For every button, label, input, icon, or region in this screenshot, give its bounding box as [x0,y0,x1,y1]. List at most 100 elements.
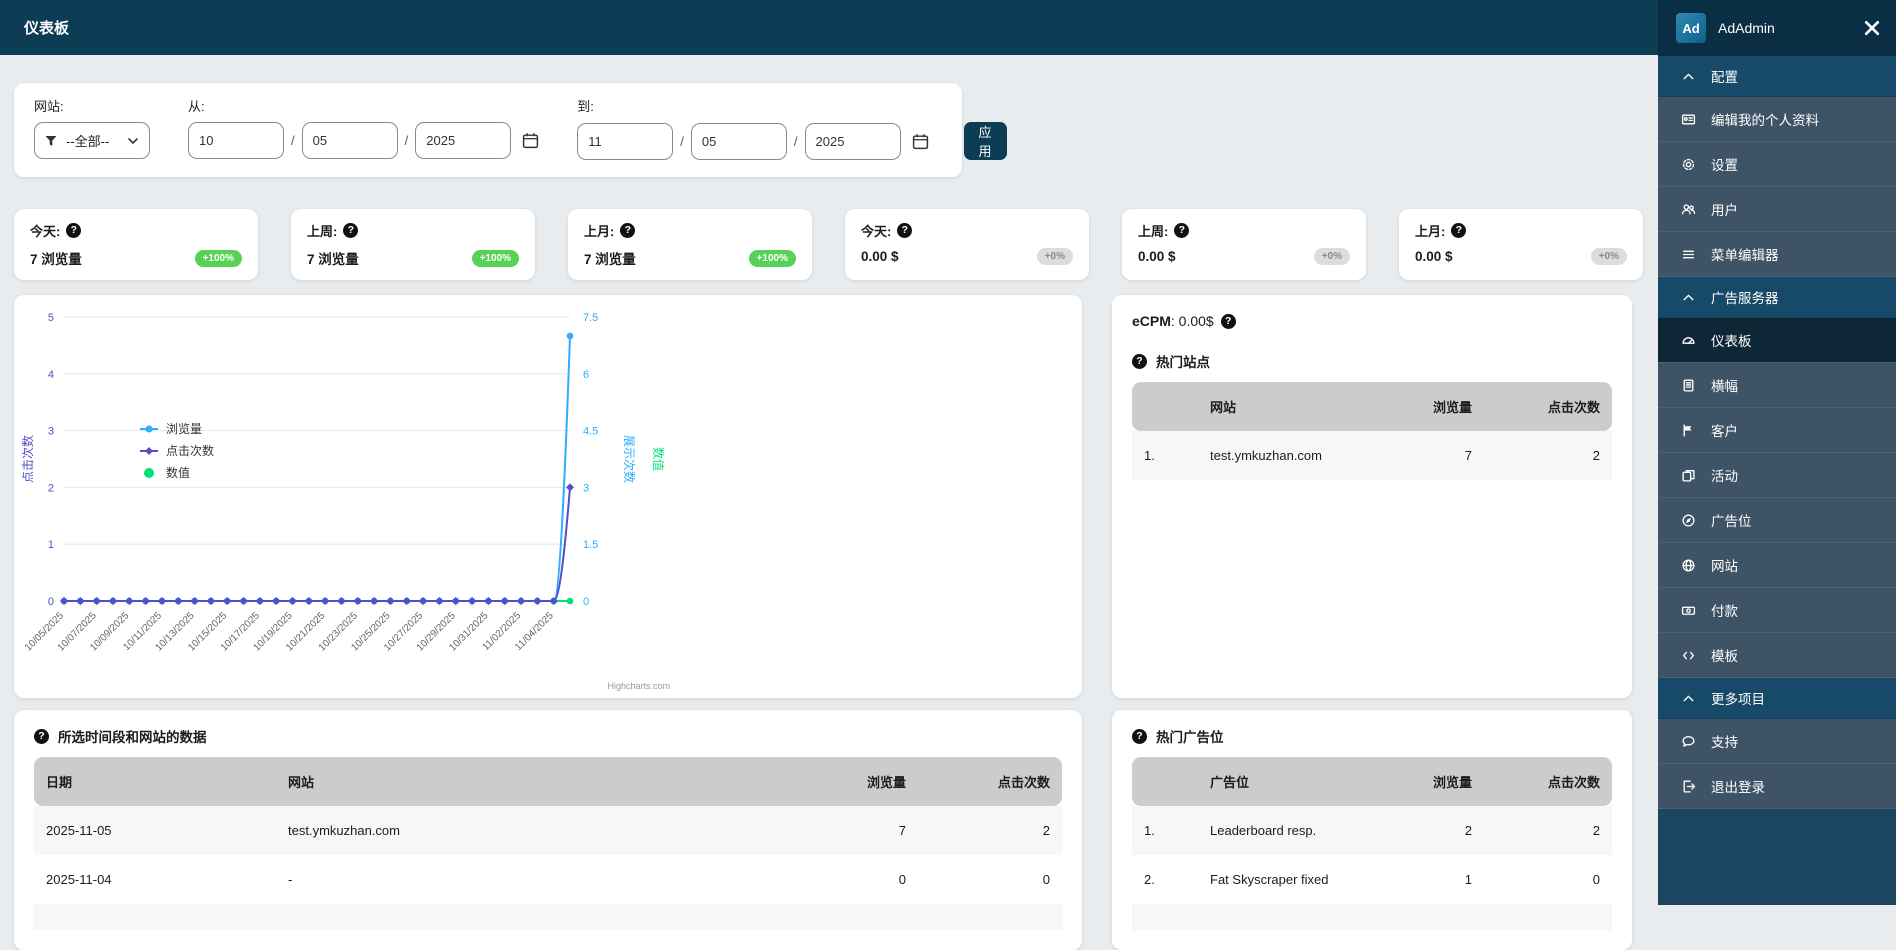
legend-item[interactable]: 点击次数 [140,443,214,458]
help-icon[interactable] [897,223,913,238]
sidebar-item-chevron-up[interactable]: 配置 [1658,56,1896,97]
help-icon[interactable] [343,223,359,238]
sidebar-item-comment[interactable]: 支持 [1658,719,1896,764]
page-title: 仪表板 [24,20,70,37]
sidebar-item-label: 仪表板 [1711,334,1752,349]
svg-text:7.5: 7.5 [583,312,598,324]
from-day-input[interactable] [301,122,398,159]
help-icon[interactable] [1451,223,1467,238]
table-header-row: 日期 网站 浏览量 点击次数 [34,757,1062,806]
calendar-icon[interactable] [522,132,539,149]
cell: 2 [1042,823,1050,838]
svg-text:数值: 数值 [651,447,666,471]
filter-funnel-icon [45,135,57,147]
stat-value: 0.00 $ [1415,249,1453,264]
help-icon[interactable] [66,223,82,238]
cell: 0 [898,872,906,887]
svg-text:点击次数: 点击次数 [20,435,35,483]
sidebar-item-logout[interactable]: 退出登录 [1658,764,1896,809]
period-data-title: 所选时间段和网站的数据 [34,726,1062,746]
help-icon[interactable] [1132,353,1147,369]
id-card-icon [1680,112,1696,127]
help-icon[interactable] [34,728,49,744]
help-icon[interactable] [1174,223,1190,238]
svg-text:4.5: 4.5 [583,426,598,438]
top-bar: 仪表板 [0,0,1658,55]
date-from-group: 从: / / [188,96,539,160]
help-icon[interactable] [1132,728,1147,744]
site-select-value: --全部-- [66,134,110,149]
sidebar-item-label: 菜单编辑器 [1711,248,1779,263]
date-separator: / [404,133,409,148]
close-icon[interactable] [1864,20,1880,36]
legend-item[interactable]: 浏览量 [140,421,202,436]
flag-icon [1680,423,1696,438]
table-row: 2025-11-05 test.ymkuzhan.com 7 2 [34,806,1062,855]
help-icon[interactable] [1220,313,1236,329]
column-header: 浏览量 [866,775,906,790]
sidebar-item-globe[interactable]: 网站 [1658,543,1896,588]
sidebar-item-id-card[interactable]: 编辑我的个人资料 [1658,97,1896,142]
site-filter-label: 网站: [34,99,64,114]
svg-text:3: 3 [583,482,589,494]
sidebar-item-dashboard[interactable]: 仪表板 [1658,318,1896,363]
sidebar-item-copy[interactable]: 活动 [1658,453,1896,498]
sidebar-item-compass[interactable]: 广告位 [1658,498,1896,543]
sidebar-item-label: 设置 [1711,158,1738,173]
site-select[interactable]: --全部-- [34,122,150,159]
highcharts-credit[interactable]: Highcharts.com [607,681,670,691]
svg-text:1.5: 1.5 [583,539,598,551]
adadmin-logo: Ad [1676,13,1706,43]
svg-text:点击次数: 点击次数 [166,443,214,458]
stat-card: 今天: 0.00 $ +0% [845,209,1089,280]
sidebar-item-menu[interactable]: 菜单编辑器 [1658,232,1896,277]
money-icon [1680,603,1696,618]
cell: 2025-11-05 [46,823,112,838]
cell: 2025-11-04 [46,872,112,887]
to-day-input[interactable] [690,122,787,160]
from-month-input[interactable] [188,122,284,159]
sidebar-item-banner[interactable]: 横幅 [1658,363,1896,408]
apply-button[interactable]: 应用 [963,122,1007,160]
sidebar-item-users[interactable]: 用户 [1658,187,1896,232]
chevron-up-icon [1680,290,1696,305]
stat-label: 上周: [1138,224,1169,239]
stat-card: 上月: 7 浏览量 +100% [568,209,812,280]
sidebar-item-label: 广告位 [1711,514,1752,529]
sidebar-item-flag[interactable]: 客户 [1658,408,1896,453]
to-month-input[interactable] [577,122,674,160]
cell: 0 [1592,872,1600,887]
help-icon[interactable] [620,223,636,238]
from-year-input[interactable] [415,122,512,159]
svg-text:展示次数: 展示次数 [622,435,637,483]
copy-icon [1680,468,1696,483]
sidebar-item-label: 付款 [1711,604,1738,619]
cell: 2 [1592,448,1600,463]
legend-item[interactable]: 数值 [144,465,190,480]
chevron-up-icon [1680,691,1696,706]
to-year-input[interactable] [804,122,901,160]
sidebar-item-chevron-up[interactable]: 广告服务器 [1658,277,1896,318]
top-zones-table: 广告位 浏览量 点击次数 1. Leaderboard resp. 2 2 2. Fat Sky… [1132,757,1612,904]
sidebar-item-chevron-up[interactable]: 更多项目 [1658,678,1896,719]
sidebar-item-label: 更多项目 [1711,692,1765,707]
column-header [1132,757,1198,806]
top-sites-title: 热门站点 [1132,351,1612,371]
column-header: 点击次数 [1547,400,1600,415]
table-row: 1. test.ymkuzhan.com 7 2 [1132,431,1612,480]
sidebar-item-money[interactable]: 付款 [1658,588,1896,633]
trend-badge: +0% [1313,248,1350,265]
table-row: 2. Fat Skyscraper fixed 1 0 [1132,855,1612,904]
date-separator: / [680,133,684,149]
traffic-chart-card: 0 1 2 3 4 5 0 1.5 3 4.5 6 7.5 点击次数 展示次数 数值 10/05/2025 10… [14,295,1082,698]
top-sites-table: 网站 浏览量 点击次数 1. test.ymkuzhan.com 7 2 [1132,382,1612,480]
stat-label: 今天: [30,224,61,239]
sidebar-item-gear[interactable]: 设置 [1658,142,1896,187]
sidebar-item-label: 活动 [1711,469,1738,484]
svg-text:0: 0 [583,596,589,608]
calendar-icon[interactable] [912,133,929,150]
site-filter-group: 网站: --全部-- [34,96,150,160]
stat-card: 上周: 7 浏览量 +100% [291,209,535,280]
top-zones-title: 热门广告位 [1132,726,1612,746]
sidebar-item-code[interactable]: 模板 [1658,633,1896,678]
